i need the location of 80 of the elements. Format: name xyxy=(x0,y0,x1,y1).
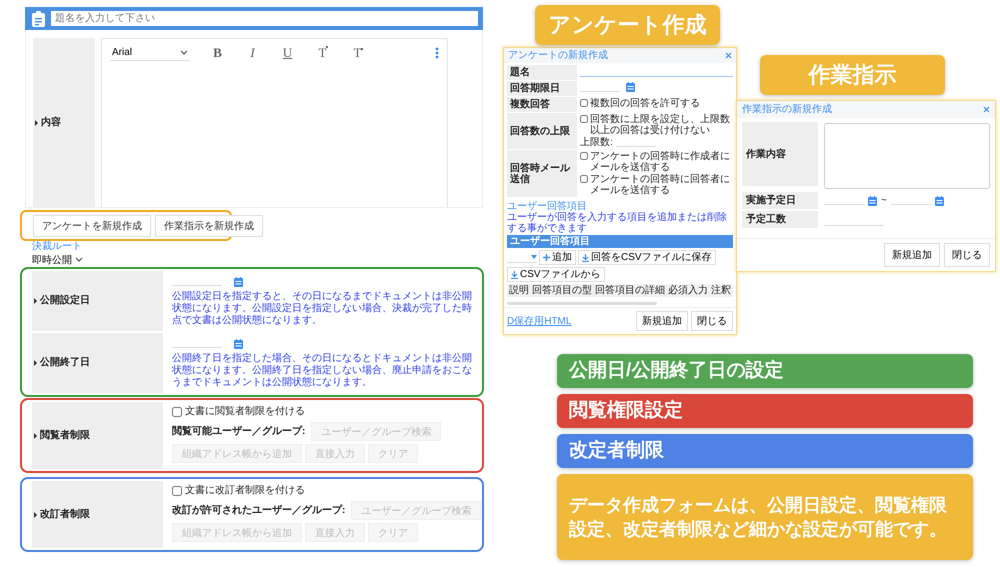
row-label: 実施予定日 xyxy=(742,192,818,209)
checkbox-label: 複数回の回答を許可する xyxy=(590,98,700,109)
field-label: 改訂が許可されたユーザー／グループ: xyxy=(172,504,346,516)
row-label: 予定工数 xyxy=(742,211,818,228)
field-label: 上限数: xyxy=(580,137,613,148)
bold-button[interactable]: B xyxy=(200,45,235,61)
row-label: 回答数の上限 xyxy=(507,113,577,149)
checkbox[interactable] xyxy=(580,115,588,123)
calendar-icon[interactable] xyxy=(934,196,944,206)
close-icon[interactable] xyxy=(983,106,990,113)
checkbox[interactable] xyxy=(580,175,588,183)
create-button[interactable]: 作業指示を新規作成 xyxy=(155,214,263,236)
calendar-icon[interactable] xyxy=(234,338,243,348)
toolbar-button[interactable]: 追加 xyxy=(539,250,576,265)
checkbox[interactable] xyxy=(580,99,588,107)
calendar-icon[interactable] xyxy=(868,196,877,206)
checkbox-label: 文書に閲覧者制限を付ける xyxy=(185,406,305,418)
row-label: 公開設定日 xyxy=(32,271,163,331)
window-title: 作業指示の新規作成 xyxy=(742,104,832,115)
plus-icon xyxy=(543,254,550,261)
field-label: 閲覧可能ユーザー／グループ: xyxy=(172,426,306,438)
calendar-icon[interactable] xyxy=(626,82,635,92)
window-title: アンケートの新規作成 xyxy=(508,50,608,61)
column-header: 必須入力 xyxy=(668,285,708,296)
checkbox[interactable] xyxy=(580,152,588,160)
checkbox-label: 回答数に上限を設定し、上限数以上の回答は受け付けない xyxy=(590,114,731,136)
close-icon[interactable] xyxy=(725,52,732,59)
type-dropdown[interactable] xyxy=(507,252,537,262)
callout-label: 改定者制限 xyxy=(557,434,973,468)
section-link[interactable]: ユーザー回答項目 xyxy=(507,201,587,212)
calendar-icon[interactable] xyxy=(234,276,243,286)
caret-icon xyxy=(531,255,537,259)
title-field[interactable]: 題名を入力して下さい xyxy=(51,11,478,26)
callout-label: 閲覧権限設定 xyxy=(557,394,973,428)
toolbar-button[interactable]: CSVファイルから xyxy=(507,267,605,282)
column-header: 説明 xyxy=(509,285,529,296)
range-separator: ~ xyxy=(881,195,887,206)
chevron-down-icon xyxy=(180,50,188,56)
footer-link[interactable]: D保存用HTML xyxy=(507,316,633,326)
row-label: 作業内容 xyxy=(742,122,818,186)
subscript-button[interactable]: T xyxy=(340,45,375,61)
chevron-down-icon xyxy=(75,257,83,263)
row-label: 改訂者制限 xyxy=(32,481,163,548)
callout-label: 作業指示 xyxy=(760,55,945,95)
column-header: 注釈 xyxy=(711,285,731,296)
help-text: ユーザーが回答を入力する項目を追加または削除する事ができます xyxy=(507,212,728,234)
font-dropdown[interactable]: Arial xyxy=(110,45,190,61)
approval-route-link[interactable]: 決裁ルート xyxy=(32,241,82,253)
more-options-icon[interactable] xyxy=(435,47,439,59)
checkbox-label: アンケートの回答時に作成者にメールを送信する xyxy=(590,151,731,173)
underline-button[interactable]: U xyxy=(270,45,305,61)
superscript-button[interactable]: T xyxy=(305,45,340,61)
checkbox-label: アンケートの回答時に回答者にメールを送信する xyxy=(590,174,731,196)
dialog-button[interactable]: 閉じる xyxy=(944,243,990,267)
checkbox-label: 文書に改訂者制限を付ける xyxy=(185,485,305,497)
column-header: 回答項目の詳細 xyxy=(595,285,665,296)
row-label: 公開終了日 xyxy=(32,333,163,393)
dialog-button[interactable]: 新規追加 xyxy=(636,311,688,331)
dialog-button[interactable]: 閉じる xyxy=(691,311,733,331)
dialog-button[interactable]: 新規追加 xyxy=(884,243,940,267)
row-label: 内容 xyxy=(33,38,95,207)
help-text: 公開設定日を指定すると、その日になるまでドキュメントは非公開状態になります。公開設定日を指定しない場合、決裁が完了した時点で文書は公開状態になります。 xyxy=(172,291,473,327)
clipboard-icon xyxy=(32,10,45,26)
toolbar-button[interactable]: 回答をCSVファイルに保存 xyxy=(578,250,716,265)
row-label: 回答時メール送信 xyxy=(507,150,577,197)
table-title: ユーザー回答項目 xyxy=(507,235,733,248)
row-label: 回答期限日 xyxy=(507,81,577,96)
italic-button[interactable]: I xyxy=(235,45,270,61)
create-button[interactable]: アンケートを新規作成 xyxy=(33,214,151,236)
row-label: 閲覧者制限 xyxy=(32,402,163,469)
row-label: 題名 xyxy=(507,65,577,80)
download-icon xyxy=(582,254,589,262)
callout-label: データ作成フォームは、公開日設定、閲覧権限設定、改定者制限など細かな設定が可能です。 xyxy=(557,474,973,560)
column-header: 回答項目の型 xyxy=(532,285,592,296)
publish-dropdown[interactable]: 即時公開 xyxy=(32,253,83,267)
callout-label: アンケート作成 xyxy=(535,5,720,45)
callout-label: 公開日/公開終了日の設定 xyxy=(557,354,973,388)
download-icon xyxy=(511,270,518,278)
row-label: 複数回答 xyxy=(507,97,577,112)
help-text: 公開終了日を指定した場合、その日になるとドキュメントは非公開状態になります。公開終了日を指定しない場合、廃止申請をおこなうまでドキュメントは公開状態になります。 xyxy=(172,353,473,389)
